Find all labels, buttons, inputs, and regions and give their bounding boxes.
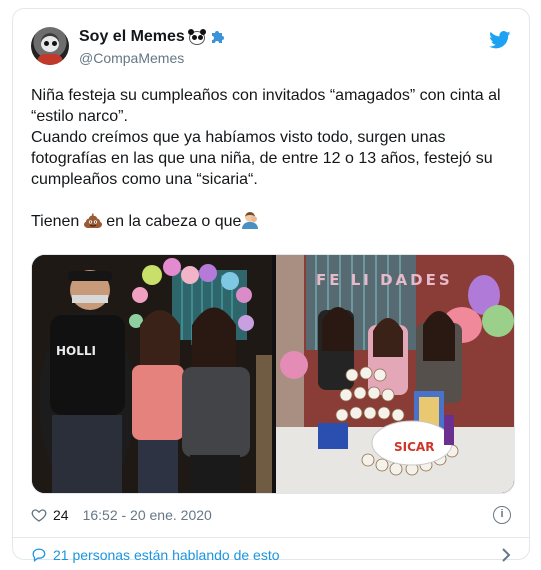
display-name[interactable]: Soy el Memes — [79, 27, 185, 47]
tweet-media[interactable]: HOLLI FE LI DADES SICAR — [31, 254, 515, 494]
twitter-bird-icon[interactable] — [489, 31, 511, 49]
author-names: Soy el Memes @CompaMemes — [79, 27, 227, 67]
photo-birthday-cake[interactable]: FE LI DADES SICAR — [276, 255, 514, 493]
tweet-text-line: Niña festeja su cumpleaños con invitados… — [31, 87, 506, 125]
divider — [13, 537, 529, 538]
tweet-meta: 24 16:52 - 20 ene. 2020 i — [31, 505, 511, 525]
tweet-timestamp[interactable]: 16:52 - 20 ene. 2020 — [83, 507, 212, 523]
user-handle[interactable]: @CompaMemes — [79, 49, 227, 67]
heart-icon[interactable] — [31, 507, 47, 523]
tweet-text: Niña festeja su cumpleaños con invitados… — [31, 85, 515, 232]
chevron-right-icon[interactable] — [501, 548, 511, 562]
poop-icon — [83, 212, 102, 228]
tweet-text-line: Cuando creímos que ya habíamos visto tod… — [31, 129, 498, 188]
conversation-link[interactable]: 21 personas están hablando de esto — [31, 545, 511, 565]
puzzle-icon — [209, 28, 227, 46]
avatar[interactable] — [31, 27, 69, 65]
speech-bubble-icon — [32, 548, 46, 562]
panda-icon — [187, 29, 206, 45]
svg-text:SICAR: SICAR — [394, 440, 434, 454]
tweet-header: Soy el Memes @CompaMemes — [31, 27, 511, 67]
display-name-row[interactable]: Soy el Memes — [79, 27, 227, 47]
svg-text:HOLLI: HOLLI — [56, 344, 96, 358]
like-count[interactable]: 24 — [53, 507, 69, 523]
tweet-text-line: Tienen en la cabeza o que — [31, 211, 515, 232]
photo-party-guests[interactable]: HOLLI — [32, 255, 272, 493]
info-icon[interactable]: i — [493, 506, 511, 524]
conversation-text[interactable]: 21 personas están hablando de esto — [53, 547, 280, 563]
tweet-card[interactable]: Soy el Memes @CompaMemes Niña festeja su… — [12, 8, 530, 563]
svg-text:FE LI DADES: FE LI DADES — [316, 271, 453, 289]
person-facepalming-icon — [241, 212, 259, 229]
